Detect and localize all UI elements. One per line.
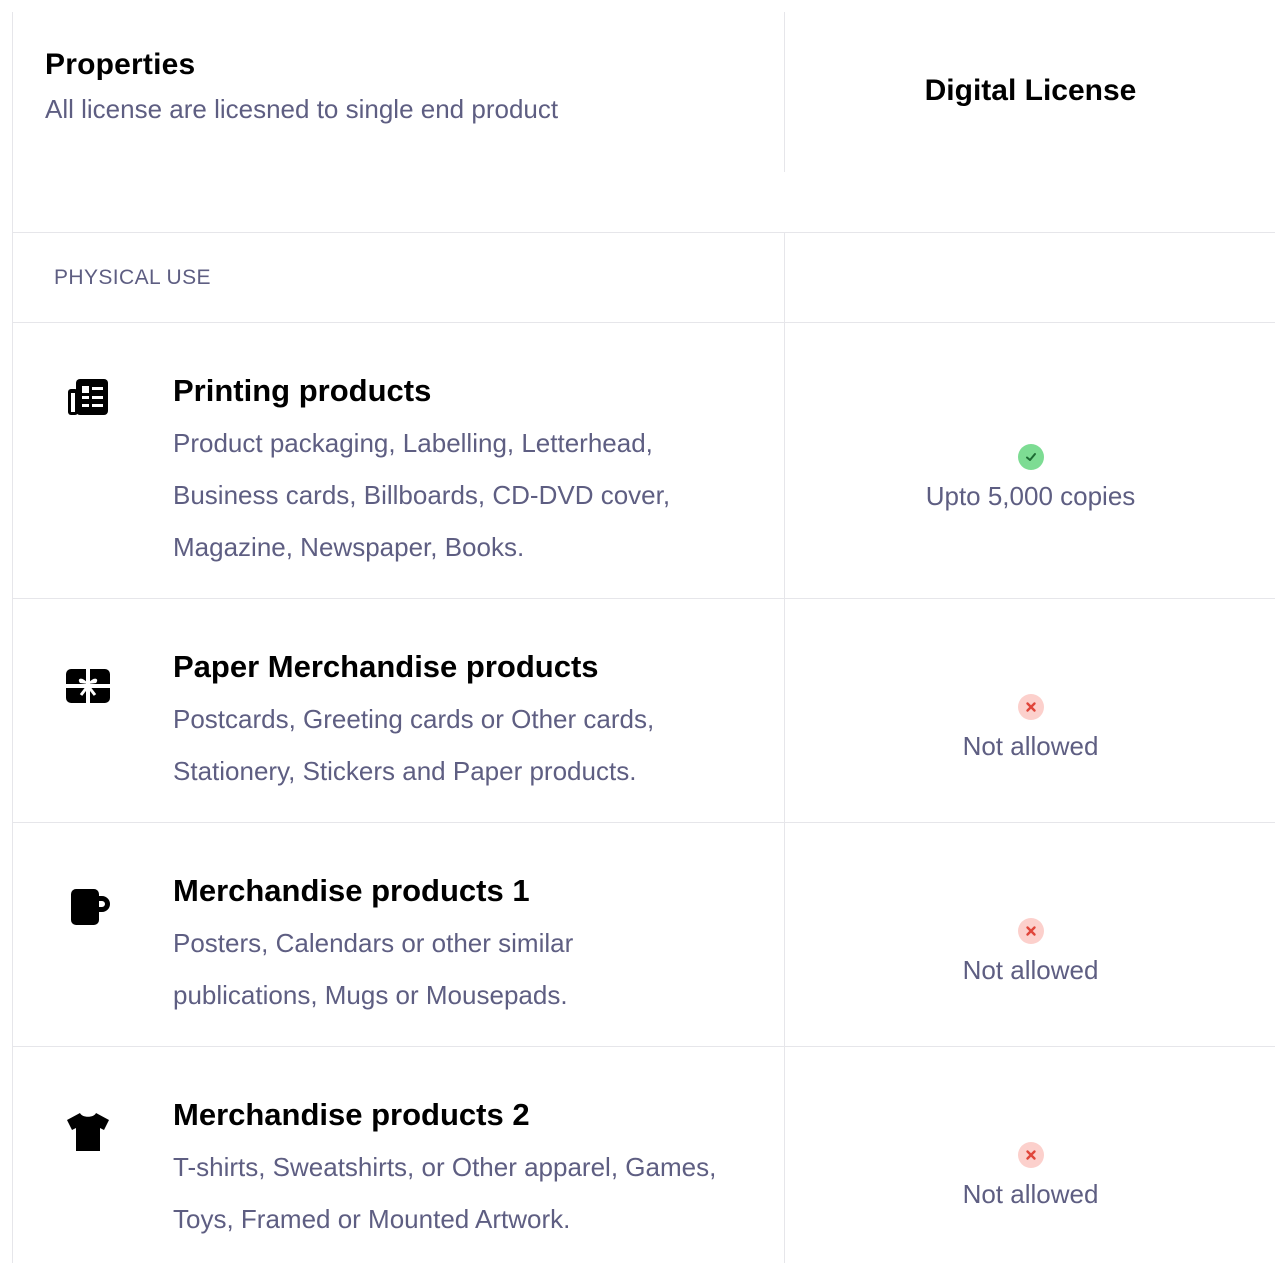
row-title: Paper Merchandise products (173, 649, 599, 684)
row-description-line: Business cards, Billboards, CD-DVD cover… (173, 480, 671, 510)
cross-icon (1017, 1142, 1044, 1168)
row-description: Posters, Calendars or other similar publ… (173, 917, 773, 1021)
row-description-line: Magazine, Newspaper, Books. (173, 532, 525, 562)
row-description-line: Stationery, Stickers and Paper products. (173, 756, 637, 786)
license-status-text: Not allowed (962, 955, 1099, 985)
row-title: Printing products (173, 373, 432, 408)
properties-subtitle: All license are licesned to single end p… (45, 94, 559, 124)
license-status-cell: Not allowed (785, 1142, 1275, 1210)
gift-card-icon (65, 663, 111, 709)
mug-icon (65, 885, 111, 931)
row-title: Merchandise products 1 (173, 873, 530, 908)
row-description: T-shirts, Sweatshirts, or Other apparel,… (173, 1141, 773, 1245)
digital-license-heading: Digital License (924, 74, 1137, 107)
properties-title: Properties (45, 48, 196, 81)
row-description-line: Toys, Framed or Mounted Artwork. (173, 1204, 571, 1234)
newspaper-icon (65, 375, 111, 421)
license-status-text: Not allowed (962, 1179, 1099, 1209)
license-status-cell: Upto 5,000 copies (785, 444, 1275, 512)
row-description: Product packaging, Labelling, Letterhead… (173, 417, 773, 573)
row-text: Merchandise products 1 Posters, Calendar… (173, 871, 773, 1021)
license-status-text: Not allowed (962, 731, 1099, 761)
row-description-line: publications, Mugs or Mousepads. (173, 980, 568, 1010)
license-table: Properties All license are licesned to s… (12, 12, 1275, 1263)
section-label-physical-use: PHYSICAL USE (54, 266, 211, 289)
table-row-merchandise-1: Merchandise products 1 Posters, Calendar… (13, 823, 1275, 1046)
tshirt-icon (65, 1109, 111, 1155)
row-description-line: Product packaging, Labelling, Letterhead… (173, 428, 653, 458)
check-icon (1017, 444, 1044, 470)
license-status-cell: Not allowed (785, 694, 1275, 762)
row-text: Paper Merchandise products Postcards, Gr… (173, 647, 773, 797)
row-description-line: Postcards, Greeting cards or Other cards… (173, 704, 655, 734)
license-status-cell: Not allowed (785, 918, 1275, 986)
row-text: Printing products Product packaging, Lab… (173, 371, 773, 573)
row-text: Merchandise products 2 T-shirts, Sweatsh… (173, 1095, 773, 1245)
row-description-line: T-shirts, Sweatshirts, or Other apparel,… (173, 1152, 717, 1182)
cross-icon (1017, 918, 1044, 944)
license-status-text: Upto 5,000 copies (925, 481, 1136, 511)
properties-header: Properties All license are licesned to s… (45, 48, 558, 125)
row-description: Postcards, Greeting cards or Other cards… (173, 693, 773, 797)
cross-icon (1017, 694, 1044, 720)
table-row-paper-merchandise: Paper Merchandise products Postcards, Gr… (13, 599, 1275, 822)
row-title: Merchandise products 2 (173, 1097, 530, 1132)
table-row-printing-products: Printing products Product packaging, Lab… (13, 323, 1275, 598)
table-row-merchandise-2: Merchandise products 2 T-shirts, Sweatsh… (13, 1047, 1275, 1263)
row-description-line: Posters, Calendars or other similar (173, 928, 574, 958)
row-divider (13, 232, 1275, 233)
